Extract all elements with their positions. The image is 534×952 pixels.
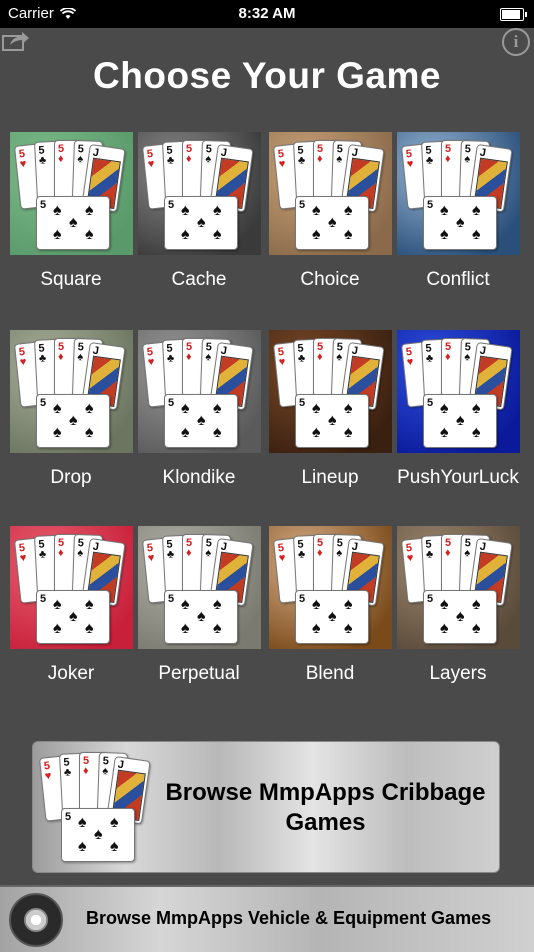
game-tile-square[interactable]: 5 ♥ 5 ♣ 5 ♦ 5 ♠ J 5 ♠ ♠ ♠ ♠ ♠	[10, 132, 133, 255]
game-tile-klondike[interactable]: 5 ♥ 5 ♣ 5 ♦ 5 ♠ J 5 ♠ ♠ ♠ ♠ ♠	[138, 330, 261, 453]
game-tile-label[interactable]: Lineup	[260, 467, 400, 489]
status-bar: Carrier 8:32 AM	[0, 0, 534, 28]
wheel-icon	[9, 893, 63, 947]
game-tile-cache[interactable]: 5 ♥ 5 ♣ 5 ♦ 5 ♠ J 5 ♠ ♠ ♠ ♠ ♠	[138, 132, 261, 255]
five-of-spades-card: 5 ♠ ♠ ♠ ♠ ♠	[295, 394, 369, 448]
status-time: 8:32 AM	[238, 5, 296, 22]
browse-cribbage-line1: Browse MmpApps Cribbage	[165, 779, 486, 806]
game-tile-layers[interactable]: 5 ♥ 5 ♣ 5 ♦ 5 ♠ J 5 ♠ ♠ ♠ ♠ ♠	[397, 526, 520, 649]
info-icon[interactable]: i	[502, 28, 530, 56]
browse-vehicle-label: Browse MmpApps Vehicle & Equipment Games	[86, 908, 492, 928]
game-tile-lineup[interactable]: 5 ♥ 5 ♣ 5 ♦ 5 ♠ J 5 ♠ ♠ ♠ ♠ ♠	[269, 330, 392, 453]
game-tile-blend[interactable]: 5 ♥ 5 ♣ 5 ♦ 5 ♠ J 5 ♠ ♠ ♠ ♠ ♠	[269, 526, 392, 649]
five-of-spades-card: 5 ♠ ♠ ♠ ♠ ♠	[164, 590, 238, 644]
game-tile-label[interactable]: Cache	[129, 269, 269, 291]
game-tile-label[interactable]: Conflict	[388, 269, 528, 291]
game-tile-label[interactable]: PushYourLuck	[388, 467, 528, 489]
five-of-spades-card: 5 ♠ ♠ ♠ ♠ ♠	[36, 590, 110, 644]
page-title: Choose Your Game	[93, 55, 441, 96]
five-of-spades-card: 5 ♠ ♠ ♠ ♠ ♠	[36, 196, 110, 250]
five-of-spades-card: 5 ♠ ♠ ♠ ♠ ♠	[295, 196, 369, 250]
game-tile-label[interactable]: Perpetual	[129, 663, 269, 685]
five-of-spades-card: 5 ♠ ♠ ♠ ♠ ♠	[36, 394, 110, 448]
game-tile-drop[interactable]: 5 ♥ 5 ♣ 5 ♦ 5 ♠ J 5 ♠ ♠ ♠ ♠ ♠	[10, 330, 133, 453]
five-of-spades-card: 5 ♠ ♠ ♠ ♠ ♠	[423, 196, 497, 250]
game-tile-label[interactable]: Square	[1, 269, 141, 291]
share-icon[interactable]	[2, 30, 30, 52]
five-of-spades-card: 5 ♠ ♠ ♠ ♠ ♠	[295, 590, 369, 644]
game-tile-choice[interactable]: 5 ♥ 5 ♣ 5 ♦ 5 ♠ J 5 ♠ ♠ ♠ ♠ ♠	[269, 132, 392, 255]
game-tile-perpetual[interactable]: 5 ♥ 5 ♣ 5 ♦ 5 ♠ J 5 ♠ ♠ ♠ ♠ ♠	[138, 526, 261, 649]
five-of-spades-card: 5 ♠ ♠ ♠ ♠ ♠	[423, 590, 497, 644]
game-tile-label[interactable]: Drop	[1, 467, 141, 489]
game-tile-label[interactable]: Layers	[388, 663, 528, 685]
game-tile-label[interactable]: Joker	[1, 663, 141, 685]
browse-cribbage-line2: Games	[285, 809, 366, 836]
game-tile-conflict[interactable]: 5 ♥ 5 ♣ 5 ♦ 5 ♠ J 5 ♠ ♠ ♠ ♠ ♠	[397, 132, 520, 255]
game-tile-label[interactable]: Klondike	[129, 467, 269, 489]
browse-vehicle-button[interactable]: Browse MmpApps Vehicle & Equipment Games	[0, 885, 534, 952]
five-of-spades-card: 5 ♠ ♠ ♠ ♠ ♠	[164, 394, 238, 448]
game-tile-pushyourluck[interactable]: 5 ♥ 5 ♣ 5 ♦ 5 ♠ J 5 ♠ ♠ ♠ ♠ ♠	[397, 330, 520, 453]
game-tile-joker[interactable]: 5 ♥ 5 ♣ 5 ♦ 5 ♠ J 5 ♠ ♠ ♠ ♠ ♠	[10, 526, 133, 649]
five-of-spades-card: 5 ♠ ♠ ♠ ♠ ♠	[164, 196, 238, 250]
browse-cribbage-button[interactable]: 5 ♥ 5 ♣ 5 ♦ 5 ♠ J 5 ♠ ♠ ♠ ♠ ♠ Browse MmpApps Cribbage …	[32, 741, 500, 873]
five-of-spades-card: 5 ♠ ♠ ♠ ♠ ♠	[423, 394, 497, 448]
browse-cribbage-label: Browse MmpApps Cribbage Games	[153, 778, 498, 838]
battery-icon	[500, 8, 527, 21]
game-tile-label[interactable]: Blend	[260, 663, 400, 685]
game-tile-label[interactable]: Choice	[260, 269, 400, 291]
five-of-spades-card: 5 ♠ ♠ ♠ ♠ ♠	[61, 808, 135, 862]
